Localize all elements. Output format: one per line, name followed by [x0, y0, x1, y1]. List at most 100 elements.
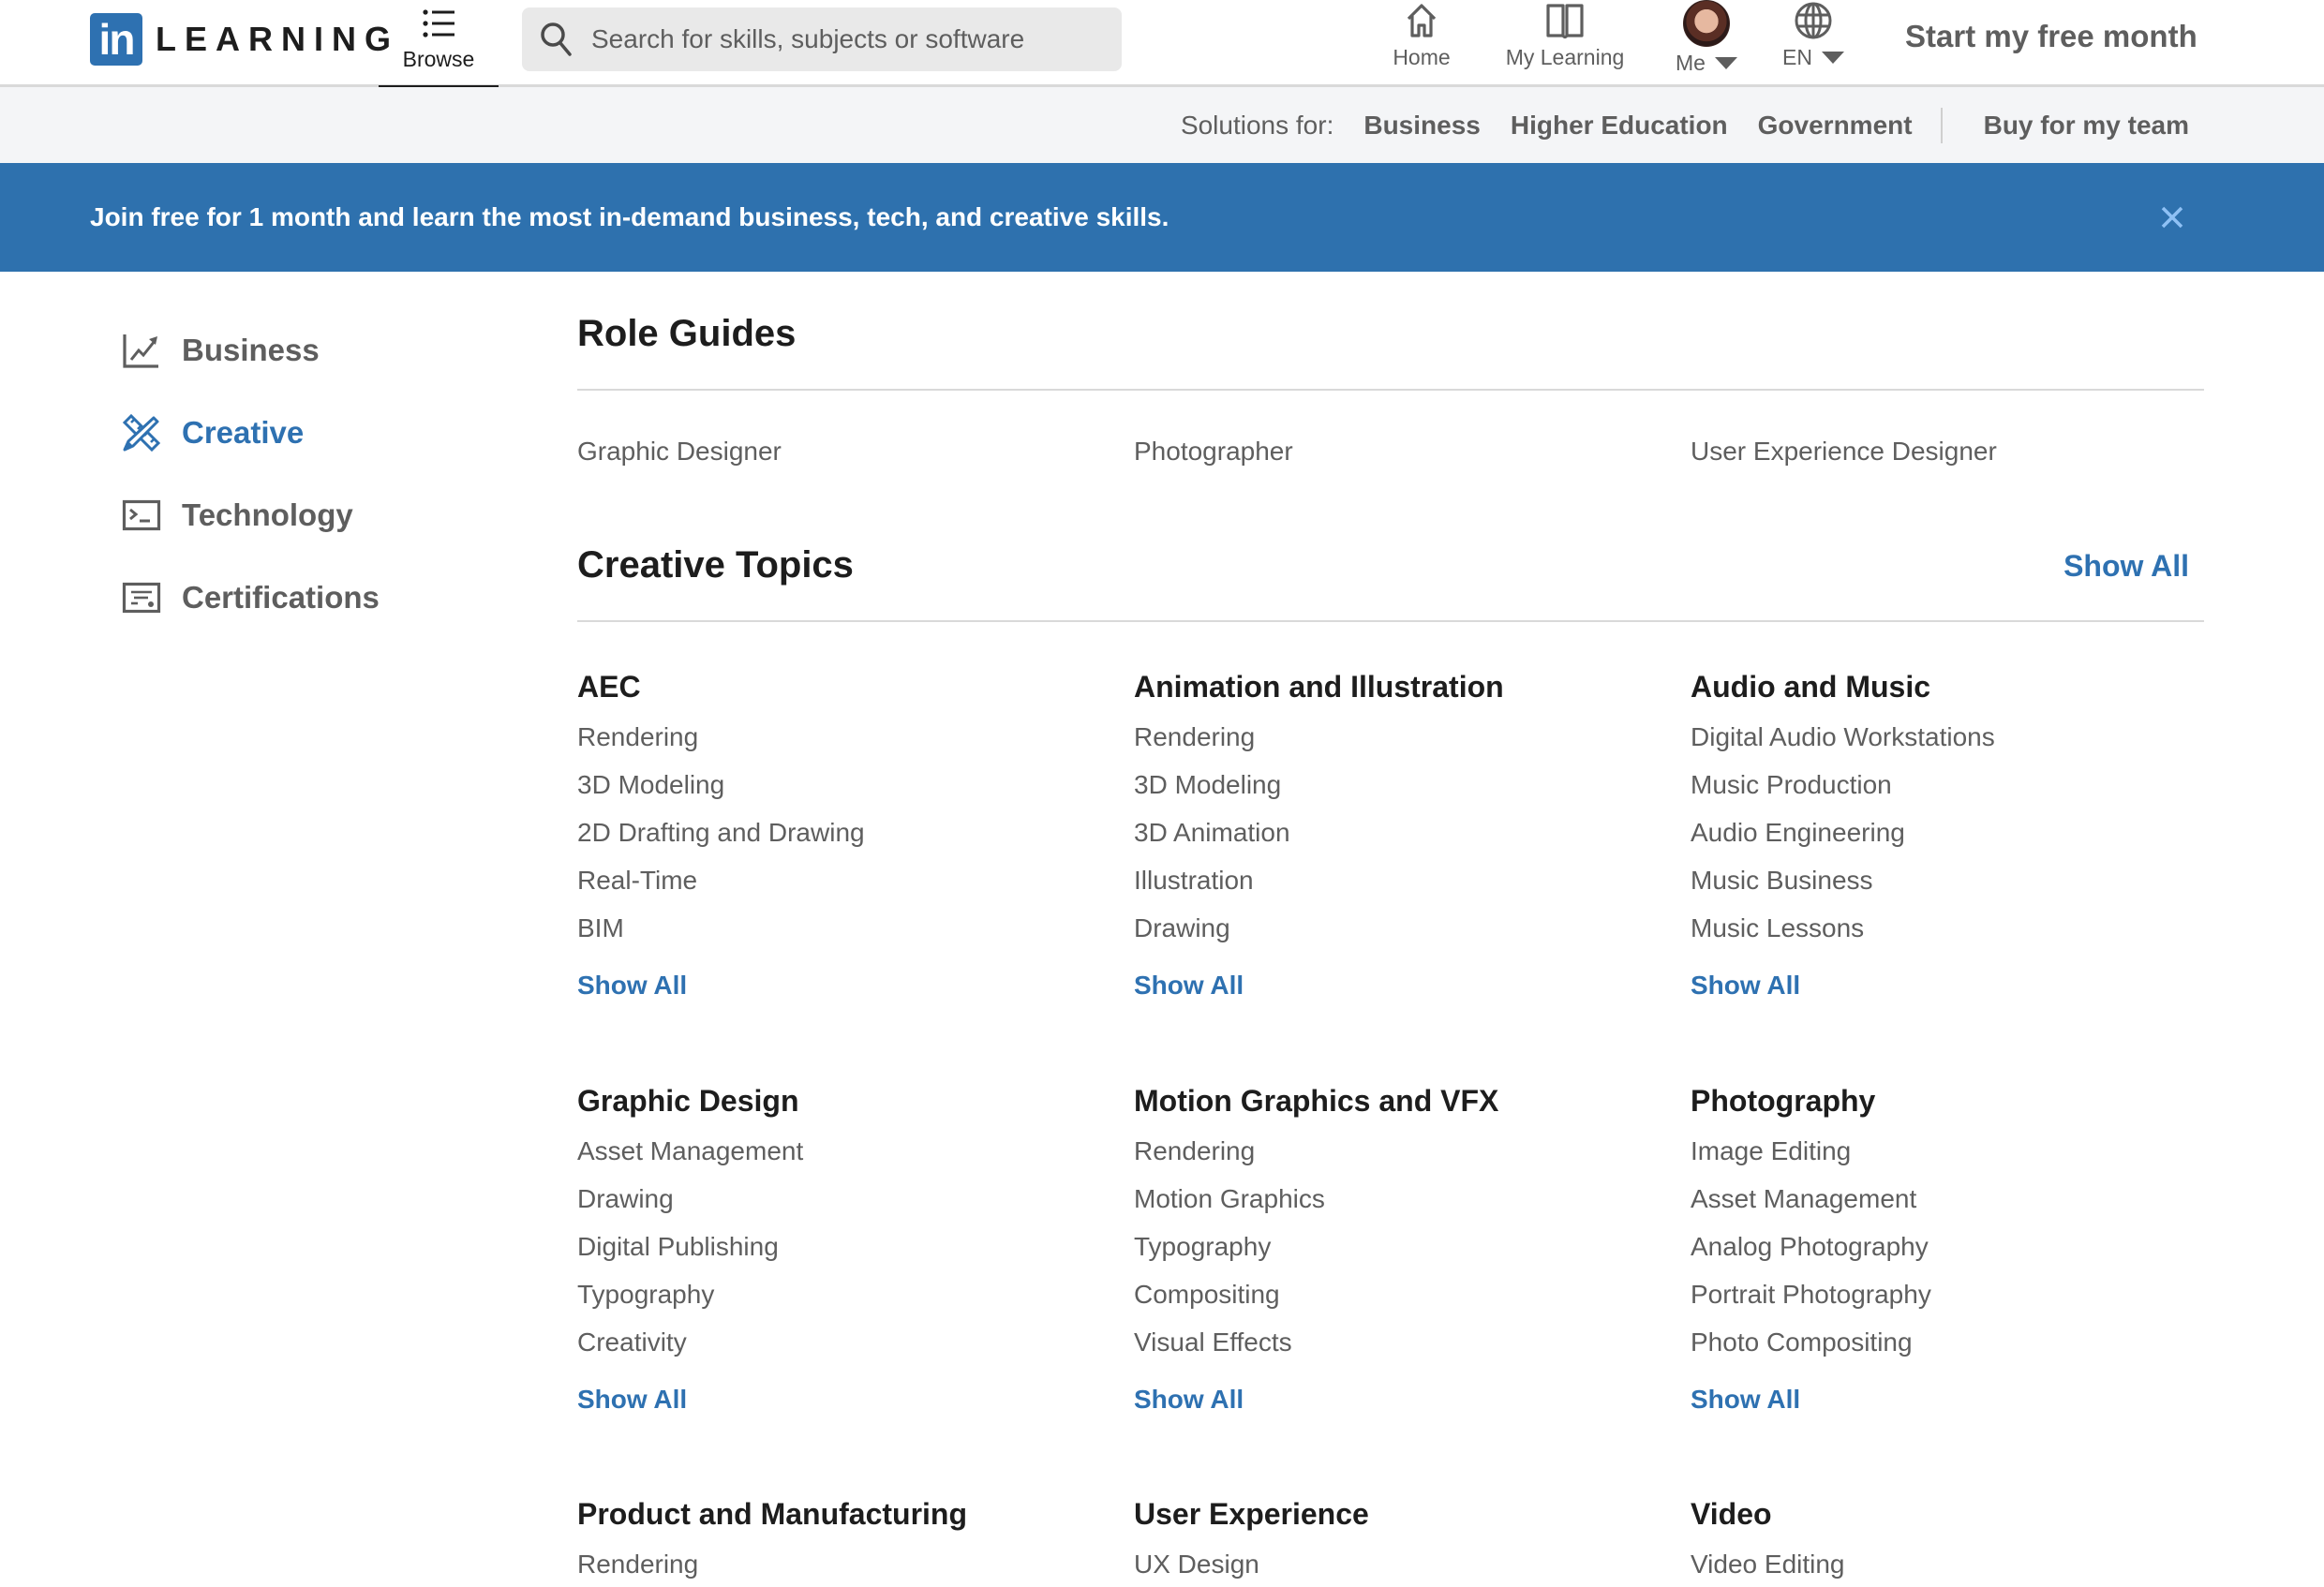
topic-item-link[interactable]: 3D Animation: [1134, 808, 1659, 856]
close-icon[interactable]: [2155, 200, 2189, 234]
search-input[interactable]: [591, 24, 1116, 54]
topic-item-link[interactable]: Rendering: [577, 1540, 1102, 1587]
nav-my-learning[interactable]: My Learning: [1496, 0, 1634, 86]
sidebar-item-creative[interactable]: Creative: [122, 405, 304, 461]
role-guide-link[interactable]: Photographer: [1134, 437, 1293, 467]
topic-show-all-link[interactable]: Show All: [577, 1381, 1102, 1418]
topic-item-link[interactable]: Digital Publishing: [577, 1223, 1102, 1270]
nav-home[interactable]: Home: [1384, 0, 1459, 86]
topic-item-link[interactable]: Asset Management: [577, 1127, 1102, 1175]
topic-group: Graphic Design Asset Management Drawing Dig…: [577, 1082, 1102, 1418]
topic-show-all-link[interactable]: Show All: [1134, 967, 1659, 1004]
start-free-month-button[interactable]: Start my free month: [1905, 19, 2197, 54]
globe-icon: [1795, 2, 1832, 39]
topic-heading[interactable]: User Experience: [1134, 1495, 1659, 1533]
topic-item-link[interactable]: BIM: [577, 904, 1102, 952]
topic-item-link[interactable]: Digital Audio Workstations: [1691, 713, 2215, 761]
topic-group: Motion Graphics and VFX Rendering Motion G…: [1134, 1082, 1659, 1418]
nav-me[interactable]: Me: [1664, 0, 1749, 86]
solutions-higher-education-link[interactable]: Higher Education: [1511, 111, 1728, 141]
creative-topics-title: Creative Topics: [577, 544, 854, 586]
solutions-bar: Solutions for: Business Higher Education…: [0, 87, 2324, 163]
nav-language[interactable]: EN: [1779, 0, 1848, 86]
nav-me-label: Me: [1676, 51, 1737, 76]
terminal-icon: [122, 499, 161, 531]
topic-item-list: Video Editing: [1691, 1540, 2215, 1587]
topic-item-link[interactable]: Drawing: [577, 1175, 1102, 1223]
topic-item-link[interactable]: Music Production: [1691, 761, 2215, 808]
topic-item-link[interactable]: Music Lessons: [1691, 904, 2215, 952]
solutions-business-link[interactable]: Business: [1363, 111, 1481, 141]
topic-item-list: Digital Audio Workstations Music Producti…: [1691, 713, 2215, 952]
topic-item-link[interactable]: UX Design: [1134, 1540, 1659, 1587]
topic-item-link[interactable]: Rendering: [1134, 1127, 1659, 1175]
show-all-topics-link[interactable]: Show All: [2063, 549, 2189, 584]
nav-home-label: Home: [1393, 45, 1451, 69]
topic-item-link[interactable]: 3D Modeling: [577, 761, 1102, 808]
logo-text: LEARNING: [156, 20, 399, 58]
language-text: EN: [1782, 45, 1812, 69]
topic-item-link[interactable]: Asset Management: [1691, 1175, 2215, 1223]
topic-show-all-link[interactable]: Show All: [1691, 967, 2215, 1004]
topic-item-link[interactable]: Illustration: [1134, 856, 1659, 904]
buy-for-my-team-link[interactable]: Buy for my team: [1984, 111, 2189, 141]
topic-item-link[interactable]: Typography: [577, 1270, 1102, 1318]
topic-heading[interactable]: Graphic Design: [577, 1082, 1102, 1120]
topic-heading[interactable]: Motion Graphics and VFX: [1134, 1082, 1659, 1120]
search-bar[interactable]: [522, 7, 1122, 71]
topic-item-list: Asset Management Drawing Digital Publishin…: [577, 1127, 1102, 1366]
caret-down-icon: [1714, 57, 1737, 69]
role-guide-link[interactable]: User Experience Designer: [1691, 437, 1997, 467]
certificate-icon: [122, 582, 161, 614]
solutions-links: Solutions for: Business Higher Education…: [1181, 87, 2189, 163]
vertical-divider: [1940, 107, 1943, 143]
topic-heading[interactable]: Photography: [1691, 1082, 2215, 1120]
solutions-government-link[interactable]: Government: [1758, 111, 1913, 141]
topic-heading[interactable]: Product and Manufacturing: [577, 1495, 1102, 1533]
browse-button[interactable]: Browse: [379, 0, 499, 90]
search-icon: [541, 22, 572, 56]
topic-show-all-link[interactable]: Show All: [577, 967, 1102, 1004]
topic-group: Product and Manufacturing Rendering: [577, 1495, 1102, 1587]
topic-heading[interactable]: Animation and Illustration: [1134, 668, 1659, 705]
linkedin-learning-logo[interactable]: in LEARNING: [90, 13, 399, 66]
topic-item-link[interactable]: Compositing: [1134, 1270, 1659, 1318]
sidebar-item-label: Creative: [182, 415, 305, 450]
topic-item-link[interactable]: 3D Modeling: [1134, 761, 1659, 808]
topic-item-link[interactable]: Motion Graphics: [1134, 1175, 1659, 1223]
topic-item-link[interactable]: Portrait Photography: [1691, 1270, 2215, 1318]
sidebar-item-technology[interactable]: Technology: [122, 487, 353, 543]
topic-item-link[interactable]: Photo Compositing: [1691, 1318, 2215, 1366]
topic-item-link[interactable]: Visual Effects: [1134, 1318, 1659, 1366]
sidebar-item-certifications[interactable]: Certifications: [122, 570, 380, 626]
sidebar-item-label: Business: [182, 333, 320, 367]
topic-group: Animation and Illustration Rendering 3D Mo…: [1134, 668, 1659, 1004]
topic-item-link[interactable]: Audio Engineering: [1691, 808, 2215, 856]
sidebar-item-label: Technology: [182, 497, 353, 532]
nav-language-label: EN: [1782, 45, 1844, 70]
topic-item-list: Image Editing Asset Management Analog Phot…: [1691, 1127, 2215, 1366]
topic-item-link[interactable]: Video Editing: [1691, 1540, 2215, 1587]
topic-item-link[interactable]: Music Business: [1691, 856, 2215, 904]
topic-item-link[interactable]: Real-Time: [577, 856, 1102, 904]
topic-item-link[interactable]: Drawing: [1134, 904, 1659, 952]
topic-item-link[interactable]: Analog Photography: [1691, 1223, 2215, 1270]
topic-item-list: Rendering: [577, 1540, 1102, 1587]
topic-item-list: Rendering Motion Graphics Typography Compos…: [1134, 1127, 1659, 1366]
topic-heading[interactable]: Audio and Music: [1691, 668, 2215, 705]
linkedin-in-icon: in: [90, 13, 142, 66]
topic-heading[interactable]: Video: [1691, 1495, 2215, 1533]
topic-item-link[interactable]: Rendering: [1134, 713, 1659, 761]
sidebar-item-business[interactable]: Business: [122, 322, 320, 378]
topic-show-all-link[interactable]: Show All: [1691, 1381, 2215, 1418]
topic-item-link[interactable]: Creativity: [577, 1318, 1102, 1366]
topic-item-link[interactable]: 2D Drafting and Drawing: [577, 808, 1102, 856]
topic-group: User Experience UX Design: [1134, 1495, 1659, 1587]
topic-show-all-link[interactable]: Show All: [1134, 1381, 1659, 1418]
topic-item-link[interactable]: Image Editing: [1691, 1127, 2215, 1175]
topic-item-link[interactable]: Typography: [1134, 1223, 1659, 1270]
topic-item-link[interactable]: Rendering: [577, 713, 1102, 761]
topic-heading[interactable]: AEC: [577, 668, 1102, 705]
role-guide-link[interactable]: Graphic Designer: [577, 437, 782, 467]
me-text: Me: [1676, 51, 1706, 75]
